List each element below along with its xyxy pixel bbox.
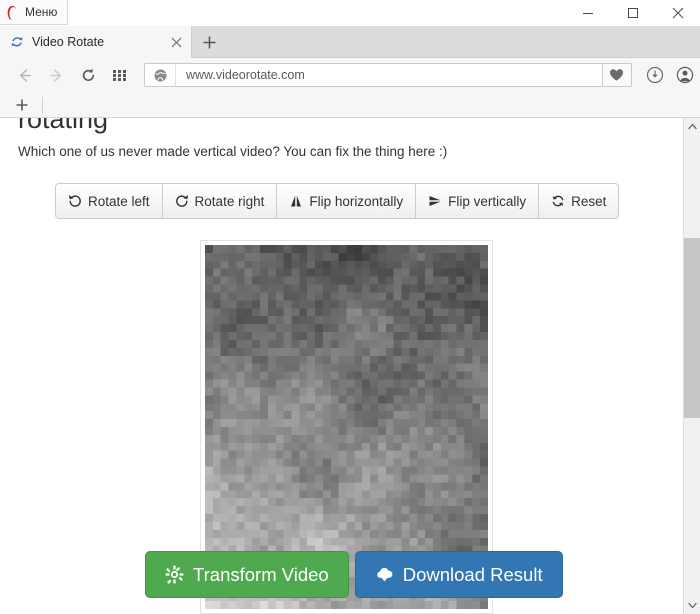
- maximize-icon: [627, 8, 638, 18]
- flip-horizontal-icon: [289, 194, 303, 208]
- heart-icon: [610, 69, 623, 81]
- plus-icon: [203, 36, 215, 49]
- transform-video-label: Transform Video: [193, 563, 329, 585]
- flip-horizontally-button[interactable]: Flip horizontally: [276, 183, 416, 219]
- grid-apps-icon: [113, 70, 126, 81]
- gear-icon: [165, 565, 184, 584]
- download-result-button[interactable]: Download Result: [354, 551, 563, 598]
- minimize-button[interactable]: [565, 0, 610, 26]
- new-tab-button[interactable]: [196, 30, 222, 55]
- navigation-toolbar: www.videorotate.com: [0, 58, 700, 92]
- close-icon: [672, 7, 683, 19]
- close-button[interactable]: [655, 0, 700, 26]
- flip-horizontally-label: Flip horizontally: [309, 193, 404, 209]
- site-info-button[interactable]: [145, 64, 176, 86]
- scrollbar-thumb[interactable]: [684, 238, 700, 418]
- flip-vertically-button[interactable]: Flip vertically: [415, 183, 539, 219]
- add-bookmark-button[interactable]: [6, 93, 38, 117]
- window-controls: [565, 0, 700, 26]
- flip-vertically-label: Flip vertically: [448, 193, 527, 209]
- cloud-download-icon: [375, 565, 394, 584]
- plus-icon: [16, 99, 28, 110]
- chevron-up-icon: [687, 123, 697, 130]
- reset-button[interactable]: Reset: [538, 183, 620, 219]
- page-title: rotating: [18, 118, 109, 134]
- bookmark-separator: [42, 96, 43, 113]
- tab-strip: Video Rotate: [0, 26, 700, 74]
- rotate-right-icon: [175, 194, 189, 208]
- user-circle-icon: [676, 66, 694, 84]
- tab-close-button[interactable]: [165, 31, 187, 53]
- rotate-left-icon: [68, 194, 82, 208]
- scroll-up-button[interactable]: [684, 118, 700, 135]
- page-scrollbar[interactable]: [683, 118, 700, 614]
- scroll-down-button[interactable]: [684, 597, 700, 614]
- opera-menu-label: Меню: [25, 5, 58, 19]
- forward-button[interactable]: [40, 58, 72, 92]
- profile-button[interactable]: [670, 58, 700, 92]
- globe-icon: [154, 69, 166, 81]
- rotate-right-label: Rotate right: [194, 193, 265, 209]
- opera-menu-button[interactable]: Меню: [0, 0, 68, 25]
- transform-video-button[interactable]: Transform Video: [145, 551, 349, 598]
- bookmark-bar: [0, 92, 700, 118]
- download-result-label: Download Result: [402, 563, 543, 585]
- tab-close-icon: [171, 37, 181, 47]
- tab-video-rotate[interactable]: Video Rotate: [0, 26, 192, 58]
- transform-button-group: Rotate left Rotate right Flip horizontal…: [55, 183, 620, 219]
- browser-window: Меню Video Rotate www.videorotate.com ro…: [0, 0, 700, 614]
- page-subtitle: Which one of us never made vertical vide…: [18, 144, 448, 159]
- reset-icon: [551, 194, 565, 208]
- download-circle-icon: [646, 66, 664, 84]
- address-url-text[interactable]: www.videorotate.com: [176, 68, 602, 82]
- back-button[interactable]: [8, 58, 40, 92]
- bookmark-button[interactable]: [602, 63, 632, 87]
- arrow-right-icon: [49, 68, 61, 82]
- address-bar[interactable]: www.videorotate.com: [144, 63, 603, 87]
- action-button-row: Transform Video Download Result: [145, 551, 563, 598]
- opera-logo-icon: [7, 5, 16, 20]
- reset-label: Reset: [571, 193, 607, 209]
- page-viewport: rotating Which one of us never made vert…: [0, 118, 683, 614]
- rotate-left-button[interactable]: Rotate left: [55, 183, 162, 219]
- maximize-button[interactable]: [610, 0, 655, 26]
- title-bar: Меню: [0, 0, 700, 26]
- reload-button[interactable]: [72, 58, 104, 92]
- tab-title: Video Rotate: [32, 35, 105, 49]
- speed-dial-button[interactable]: [104, 58, 136, 92]
- rotate-right-button[interactable]: Rotate right: [161, 183, 277, 219]
- chevron-down-icon: [687, 602, 697, 609]
- downloads-button[interactable]: [640, 58, 670, 92]
- minimize-icon: [582, 13, 593, 14]
- rotate-left-label: Rotate left: [88, 193, 150, 209]
- arrow-left-icon: [19, 68, 31, 82]
- flip-vertical-icon: [428, 194, 442, 208]
- rotate-arrow-favicon: [11, 37, 23, 47]
- reload-icon: [82, 68, 94, 81]
